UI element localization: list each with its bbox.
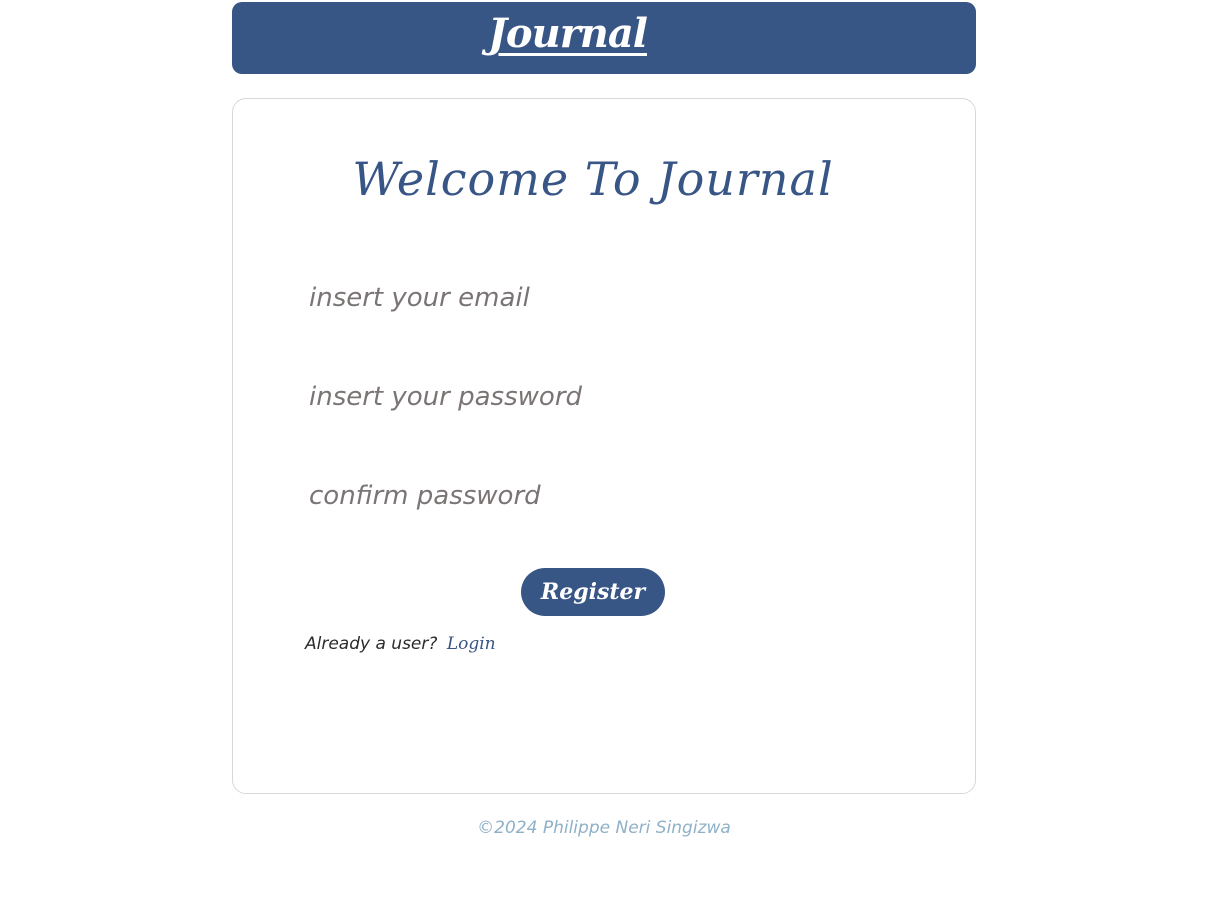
email-field[interactable] — [305, 274, 873, 322]
login-link[interactable]: Login — [447, 634, 496, 654]
brand-link[interactable]: Journal — [488, 6, 648, 62]
password-field[interactable] — [305, 373, 873, 421]
top-header: Journal — [232, 2, 976, 74]
already-user-text: Already a user? — [305, 634, 438, 654]
page-title: Welcome To Journal — [352, 152, 834, 206]
register-button[interactable]: Register — [521, 568, 665, 616]
confirm-password-field[interactable] — [305, 472, 873, 520]
login-prompt: Already a user? Login — [305, 634, 496, 654]
register-card: Welcome To Journal Register Already a us… — [232, 98, 976, 794]
footer-copyright: ©2024 Philippe Neri Singizwa — [477, 818, 731, 838]
